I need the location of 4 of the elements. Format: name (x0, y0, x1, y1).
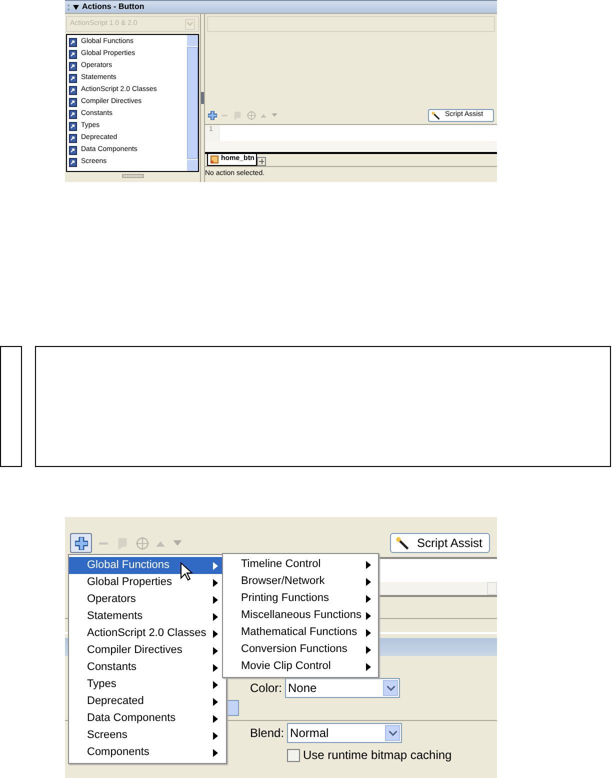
checkbox-label: Use runtime bitmap caching (303, 747, 452, 764)
blend-label: Blend: (250, 725, 284, 742)
color-label: Color: (250, 680, 282, 697)
panel-title: Actions - Button (82, 1, 144, 13)
